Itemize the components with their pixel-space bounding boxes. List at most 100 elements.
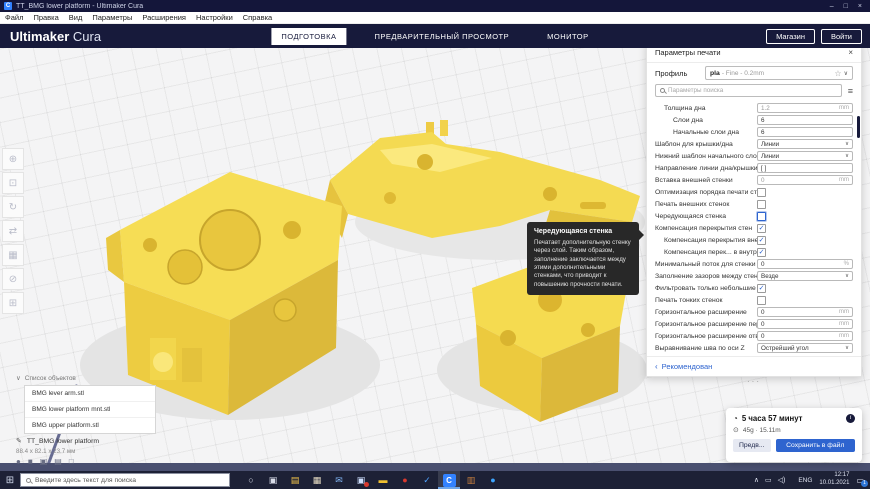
cortana-icon[interactable]: ○ xyxy=(240,471,262,489)
setting-input[interactable]: 0% xyxy=(757,259,853,269)
keyboard-layout-icon[interactable]: ▬ xyxy=(372,471,394,489)
winrar-icon[interactable]: ▥ xyxy=(460,471,482,489)
profile-label: Профиль xyxy=(655,69,699,78)
mesh-tools-button[interactable]: ⊞ xyxy=(2,292,24,314)
mirror-tool-button[interactable]: ⇄ xyxy=(2,220,24,242)
chat-app-icon[interactable]: ▣ xyxy=(350,471,372,489)
object-list-toggle[interactable]: ∨ Список объектов xyxy=(16,374,76,382)
setting-checkbox[interactable]: ✓ xyxy=(757,236,766,245)
setting-select[interactable]: Линии∨ xyxy=(757,151,853,161)
setting-checkbox[interactable]: ✓ xyxy=(757,224,766,233)
marketplace-button[interactable]: Магазин xyxy=(766,29,815,44)
notification-center-icon[interactable]: ▭1 xyxy=(856,476,864,485)
network-icon[interactable]: ▭ xyxy=(765,477,772,484)
camera-view-icon[interactable]: ● xyxy=(16,457,21,466)
object-list-item[interactable]: BMG upper platform.stl xyxy=(25,418,155,433)
close-panel-icon[interactable]: × xyxy=(848,48,853,57)
setting-input[interactable]: 0mm xyxy=(757,175,853,185)
setting-checkbox[interactable]: ✓ xyxy=(757,284,766,293)
setting-select[interactable]: Везде∨ xyxy=(757,271,853,281)
object-list-item[interactable]: BMG lower platform mnt.stl xyxy=(25,402,155,418)
settings-menu-icon[interactable]: ≡ xyxy=(848,86,853,96)
settings-search-input[interactable] xyxy=(668,87,837,94)
scrollbar-thumb[interactable] xyxy=(857,116,860,138)
profile-select[interactable]: pla - Fine - 0.2mm ☆ ∨ xyxy=(705,66,853,80)
setting-input[interactable]: 0mm xyxy=(757,307,853,317)
ghost-view-icon[interactable]: □ xyxy=(69,457,74,466)
setting-checkbox[interactable] xyxy=(757,188,766,197)
menu-item-файл[interactable]: Файл xyxy=(5,13,23,22)
browser-icon[interactable]: ● xyxy=(482,471,504,489)
setting-label: Чередующаяся стенка xyxy=(655,213,757,220)
taskbar-search[interactable] xyxy=(20,473,230,487)
language-indicator[interactable]: ENG xyxy=(798,477,812,484)
object-list-item[interactable]: BMG lever arm.stl xyxy=(25,386,155,402)
settings-list: Толщина дна1.2mmСлои дна6Начальные слои … xyxy=(647,100,861,356)
setting-input[interactable]: 1.2mm xyxy=(757,103,853,113)
tray-chevron-up-icon[interactable]: ∧ xyxy=(754,477,759,484)
setting-row: Горизонтальное расширение первого слоя0m… xyxy=(647,318,861,330)
menu-item-расширения[interactable]: Расширения xyxy=(142,13,186,22)
setting-label: Шаблон для крышки/дна xyxy=(655,141,757,148)
recommended-link[interactable]: Рекомендован xyxy=(662,362,713,371)
star-icon[interactable]: ☆ xyxy=(834,69,841,78)
setting-checkbox[interactable]: ✓ xyxy=(757,248,766,257)
rename-icon[interactable]: ✎ xyxy=(16,437,22,445)
menu-item-правка[interactable]: Правка xyxy=(33,13,58,22)
setting-label: Выравнивание шва по оси Z xyxy=(655,345,757,352)
setting-row: Фильтровать только небольшие зазоры✓ xyxy=(647,282,861,294)
job-name-row[interactable]: ✎ TT_BMG lower platform xyxy=(16,437,99,445)
preview-button[interactable]: Предв... xyxy=(733,439,771,452)
stage-tab[interactable]: ПОДГОТОВКА xyxy=(271,28,346,45)
scale-tool-button[interactable]: ⊡ xyxy=(2,172,24,194)
setting-select[interactable]: Линии∨ xyxy=(757,139,853,149)
signin-button[interactable]: Войти xyxy=(821,29,862,44)
move-tool-button[interactable]: ⊕ xyxy=(2,148,24,170)
stage-tab[interactable]: МОНИТОР xyxy=(537,28,598,45)
solid-view-icon[interactable]: ■ xyxy=(28,457,33,466)
menu-item-настройки[interactable]: Настройки xyxy=(196,13,233,22)
taskbar-search-input[interactable] xyxy=(35,477,224,484)
save-to-file-button[interactable]: Сохранить в файл xyxy=(776,439,855,452)
taskbar-clock[interactable]: 12:17 10.01.2021 xyxy=(819,472,849,488)
minimize-button[interactable]: – xyxy=(830,3,834,10)
per-model-settings-button[interactable]: ▦ xyxy=(2,244,24,266)
start-button[interactable]: ⊞ xyxy=(0,471,20,489)
stage-tab[interactable]: ПРЕДВАРИТЕЛЬНЫЙ ПРОСМОТР xyxy=(364,28,519,45)
task-view-icon[interactable]: ▣ xyxy=(262,471,284,489)
check-app-icon[interactable]: ✓ xyxy=(416,471,438,489)
build-plate-front-edge xyxy=(0,463,870,471)
close-button[interactable]: × xyxy=(858,3,862,10)
store-icon[interactable]: ▦ xyxy=(306,471,328,489)
setting-input[interactable]: 6 xyxy=(757,115,853,125)
maximize-button[interactable]: □ xyxy=(844,3,848,10)
material-usage: 45g · 15.11m xyxy=(743,427,781,434)
setting-checkbox[interactable] xyxy=(757,212,766,221)
setting-select[interactable]: Острейший угол∨ xyxy=(757,343,853,353)
cura-app-icon[interactable]: C xyxy=(438,471,460,489)
rotate-tool-icon: ↻ xyxy=(9,202,17,213)
xray-view-icon[interactable]: ▣ xyxy=(40,457,48,466)
info-icon[interactable]: i xyxy=(846,414,855,423)
rotate-tool-button[interactable]: ↻ xyxy=(2,196,24,218)
setting-label: Заполнение зазоров между стенками xyxy=(655,273,757,280)
setting-input[interactable]: 0mm xyxy=(757,331,853,341)
menu-item-параметры[interactable]: Параметры xyxy=(92,13,132,22)
recorder-app-icon[interactable]: ● xyxy=(394,471,416,489)
mail-icon[interactable]: ✉ xyxy=(328,471,350,489)
layers-view-icon[interactable]: ▤ xyxy=(54,457,62,466)
panel-resize-handle[interactable]: ··· xyxy=(646,377,862,386)
support-blocker-icon: ⊘ xyxy=(9,274,17,285)
setting-checkbox[interactable] xyxy=(757,296,766,305)
file-explorer-icon[interactable]: ▤ xyxy=(284,471,306,489)
settings-search[interactable] xyxy=(655,84,842,97)
setting-input[interactable]: 0mm xyxy=(757,319,853,329)
setting-input[interactable]: 6 xyxy=(757,127,853,137)
setting-input[interactable]: [ ] xyxy=(757,163,853,173)
volume-icon[interactable]: ◁) xyxy=(778,477,786,484)
menu-item-вид[interactable]: Вид xyxy=(69,13,83,22)
support-blocker-button[interactable]: ⊘ xyxy=(2,268,24,290)
scale-tool-icon: ⊡ xyxy=(9,178,17,189)
menu-item-справка[interactable]: Справка xyxy=(243,13,272,22)
setting-checkbox[interactable] xyxy=(757,200,766,209)
